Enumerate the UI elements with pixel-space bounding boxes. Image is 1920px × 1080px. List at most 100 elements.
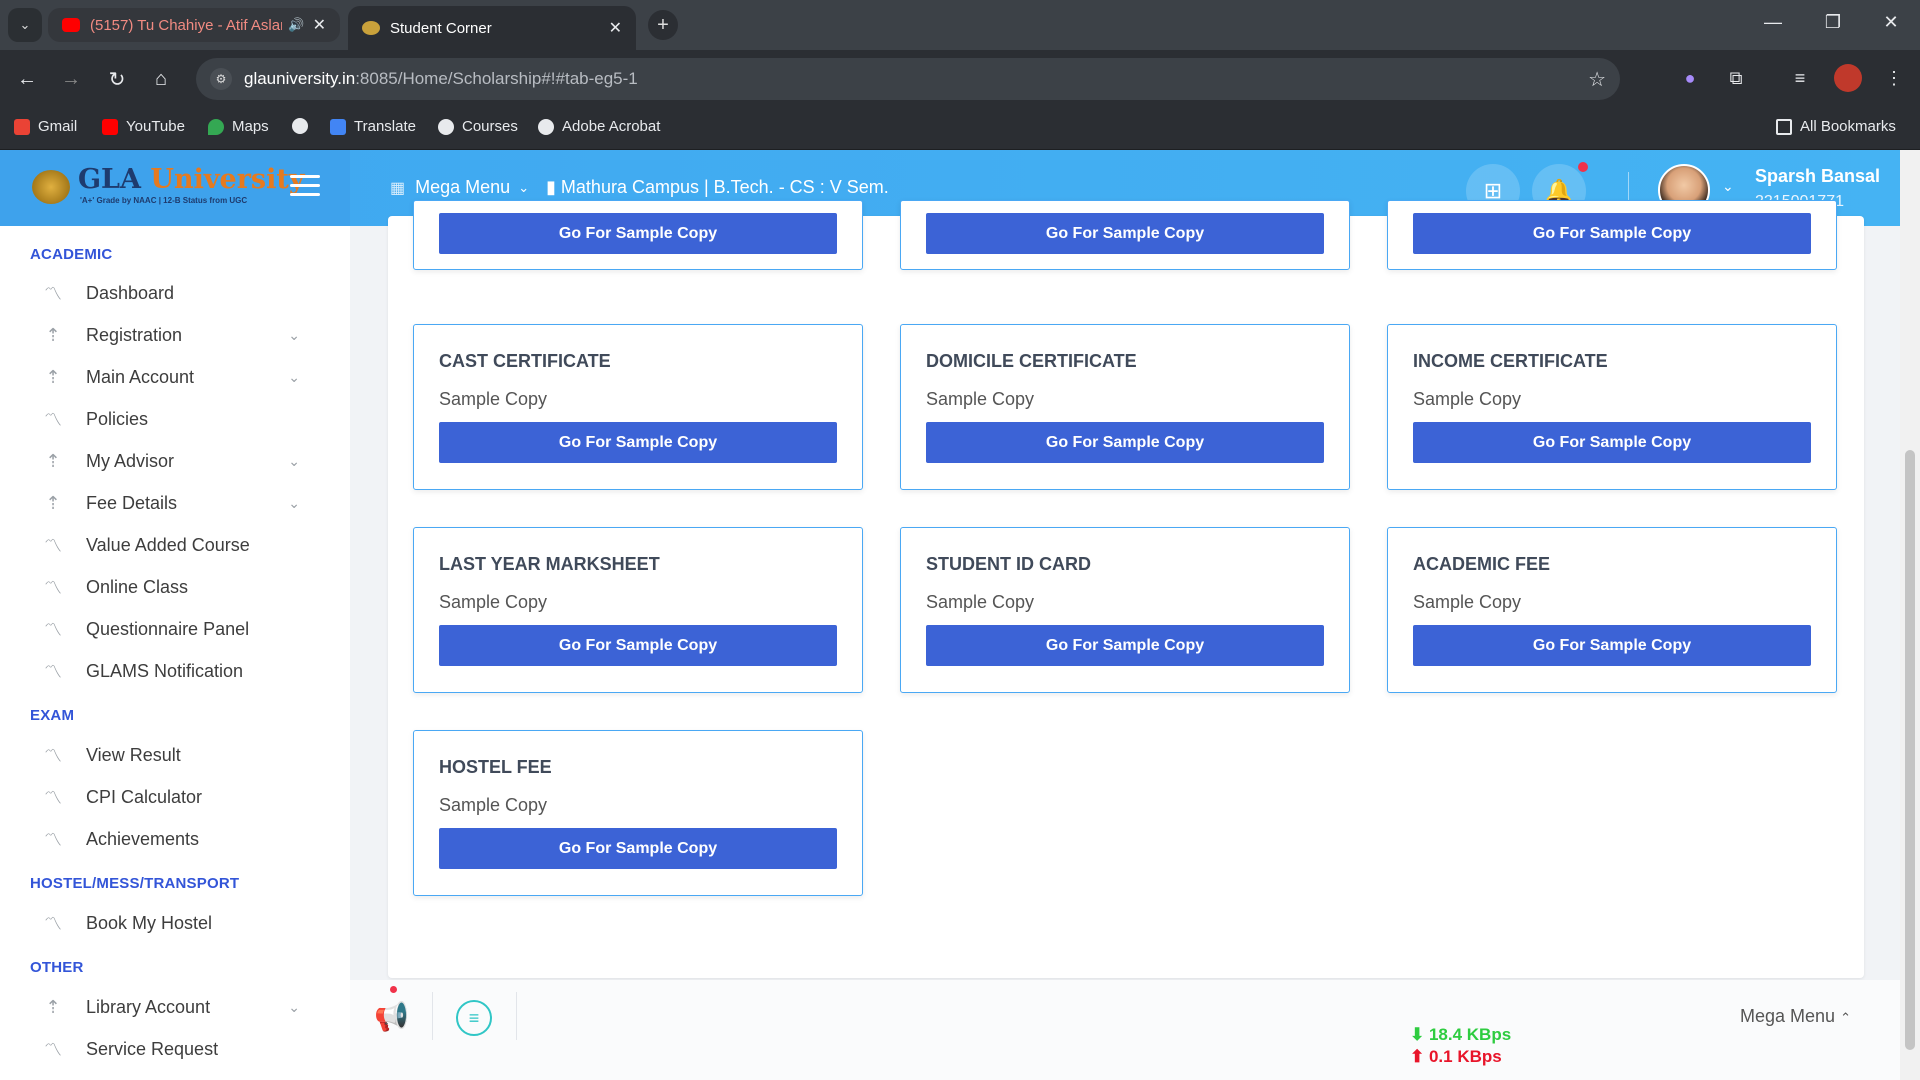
sidebar-item-label: Book My Hostel (86, 912, 213, 933)
card-subtitle: Sample Copy (1413, 389, 1522, 409)
footer-mega-menu-button[interactable]: Mega Menu ⌃ (1740, 1006, 1851, 1027)
site-info-icon[interactable]: ⚙ (210, 68, 232, 90)
logo-subtitle: 'A+' Grade by NAAC | 12-B Status from UG… (80, 196, 248, 205)
graph-icon: 〽 (44, 410, 62, 430)
close-tab-icon[interactable]: ✕ (609, 18, 622, 38)
bookmark-label: YouTube (126, 118, 185, 135)
forward-icon[interactable]: → (56, 64, 86, 94)
go-for-sample-copy-button[interactable]: Go For Sample Copy (926, 625, 1324, 666)
grid-icon: ▦ (390, 179, 406, 197)
go-for-sample-copy-button[interactable]: Go For Sample Copy (439, 828, 837, 869)
go-for-sample-copy-button[interactable]: Go For Sample Copy (439, 625, 837, 666)
sidebar-item-my-advisor[interactable]: ⇡ My Advisor ⌄ (40, 444, 310, 478)
megaphone-icon[interactable]: 📢 (374, 1000, 414, 1036)
sidebar-item-service-request[interactable]: 〽 Service Request (40, 1032, 310, 1066)
browser-tab-youtube[interactable]: (5157) Tu Chahiye - Atif Aslam 🔊 ✕ (48, 8, 340, 42)
go-for-sample-copy-button[interactable]: Go For Sample Copy (439, 422, 837, 463)
sidebar-item-label: Library Account (86, 996, 211, 1017)
sidebar-item-cpi-calculator[interactable]: 〽 CPI Calculator (40, 780, 310, 814)
sidebar-item-questionnaire-panel[interactable]: 〽 Questionnaire Panel (40, 612, 310, 646)
card-subtitle: Sample Copy (439, 795, 548, 815)
list-menu-icon[interactable]: ≡ (456, 1000, 492, 1036)
gmail-icon (14, 118, 30, 135)
sidebar-item-online-class[interactable]: 〽 Online Class (40, 570, 310, 604)
sidebar-item-dashboard[interactable]: 〽 Dashboard (40, 276, 310, 310)
translate-icon (330, 118, 346, 135)
bookmark-translate[interactable]: Translate (330, 118, 416, 135)
go-for-sample-copy-button[interactable]: Go For Sample Copy (1413, 625, 1811, 666)
browser-tab-student-corner[interactable]: Student Corner ✕ (348, 6, 636, 50)
minimize-icon[interactable]: — (1758, 12, 1788, 33)
speaker-icon[interactable]: 🔊 (288, 17, 304, 33)
sidebar-item-book-my-hostel[interactable]: 〽 Book My Hostel (40, 906, 310, 940)
document-card-academic-fee: ACADEMIC FEE Sample Copy Go For Sample C… (1387, 527, 1837, 693)
media-control-icon[interactable]: ≡ (1786, 64, 1814, 92)
page-footer: 📢 ≡ (350, 980, 1900, 1080)
browser-menu-icon[interactable]: ⋮ (1880, 64, 1908, 92)
rocket-icon: ⇡ (45, 450, 61, 471)
address-bar[interactable]: ⚙ glauniversity.in:8085/Home/Scholarship… (196, 58, 1620, 100)
go-for-sample-copy-button[interactable]: Go For Sample Copy (926, 213, 1324, 254)
sidebar-item-view-result[interactable]: 〽 View Result (40, 738, 310, 772)
card-title: CAST CERTIFICATE (439, 351, 611, 371)
all-bookmarks[interactable]: All Bookmarks (1776, 118, 1896, 135)
footer-mega-menu-label: Mega Menu (1740, 1006, 1836, 1026)
hamburger-menu-icon[interactable] (290, 175, 320, 197)
go-for-sample-copy-button[interactable]: Go For Sample Copy (926, 422, 1324, 463)
extension-icon[interactable]: ● (1676, 64, 1704, 92)
mega-menu-dropdown[interactable]: ▦ Mega Menu ⌄ (390, 177, 529, 198)
logo-text[interactable]: GLA University (78, 164, 305, 195)
bookmark-label: All Bookmarks (1800, 118, 1896, 135)
document-card: Go For Sample Copy (1387, 200, 1837, 270)
folder-icon (1776, 118, 1792, 135)
sidebar-item-value-added-course[interactable]: 〽 Value Added Course (40, 528, 310, 562)
page-scrollbar[interactable] (1900, 150, 1920, 1080)
profile-icon[interactable] (1834, 64, 1862, 92)
sidebar-item-label: GLAMS Notification (86, 660, 244, 681)
divider (432, 992, 433, 1040)
bookmark-youtube[interactable]: YouTube (102, 118, 185, 135)
tab-search-button[interactable]: ⌄ (8, 8, 42, 42)
card-subtitle: Sample Copy (439, 592, 548, 612)
card-subtitle: Sample Copy (926, 389, 1035, 409)
graph-icon: 〽 (44, 284, 62, 304)
bookmark-courses[interactable]: Courses (438, 118, 518, 135)
chevron-down-icon: ⌄ (288, 368, 300, 385)
chevron-down-icon[interactable]: ⌄ (1722, 178, 1734, 195)
bookmark-globe[interactable] (292, 118, 316, 134)
new-tab-button[interactable]: + (648, 10, 678, 40)
bookmark-adobe-acrobat[interactable]: Adobe Acrobat (538, 118, 660, 135)
graph-icon: 〽 (44, 746, 62, 766)
reload-icon[interactable]: ↻ (102, 64, 132, 94)
bookmark-label: Adobe Acrobat (562, 118, 661, 135)
graph-icon: 〽 (44, 830, 62, 850)
chevron-down-icon: ⌄ (288, 998, 300, 1015)
upload-speed: ⬆ 0.1 KBps (1410, 1047, 1502, 1066)
sidebar-item-library-account[interactable]: ⇡ Library Account ⌄ (40, 990, 310, 1024)
bookmark-gmail[interactable]: Gmail (14, 118, 77, 135)
bookmark-maps[interactable]: Maps (208, 118, 269, 135)
notification-dot (390, 986, 397, 993)
close-window-icon[interactable]: ✕ (1876, 12, 1906, 33)
restore-icon[interactable]: ❐ (1818, 12, 1848, 33)
document-card: Go For Sample Copy (900, 200, 1350, 270)
go-for-sample-copy-button[interactable]: Go For Sample Copy (439, 213, 837, 254)
sidebar-item-label: Service Request (86, 1038, 219, 1059)
document-card-domicile-certificate: DOMICILE CERTIFICATE Sample Copy Go For … (900, 324, 1350, 490)
back-icon[interactable]: ← (12, 64, 42, 94)
card-title: DOMICILE CERTIFICATE (926, 351, 1137, 371)
sidebar-item-glams-notification[interactable]: 〽 GLAMS Notification (40, 654, 310, 688)
sidebar-item-registration[interactable]: ⇡ Registration ⌄ (40, 318, 310, 352)
home-icon[interactable]: ⌂ (146, 64, 176, 94)
go-for-sample-copy-button[interactable]: Go For Sample Copy (1413, 422, 1811, 463)
sidebar-item-main-account[interactable]: ⇡ Main Account ⌄ (40, 360, 310, 394)
bookmark-star-icon[interactable]: ☆ (1588, 67, 1606, 92)
go-for-sample-copy-button[interactable]: Go For Sample Copy (1413, 213, 1811, 254)
sidebar-item-achievements[interactable]: 〽 Achievements (40, 822, 310, 856)
sidebar-item-policies[interactable]: 〽 Policies (40, 402, 310, 436)
close-tab-icon[interactable]: ✕ (313, 15, 326, 35)
scrollbar-thumb[interactable] (1905, 450, 1915, 1050)
sidebar-item-label: Main Account (86, 366, 195, 387)
extensions-puzzle-icon[interactable]: ⧉ (1722, 64, 1750, 92)
sidebar-item-fee-details[interactable]: ⇡ Fee Details ⌄ (40, 486, 310, 520)
